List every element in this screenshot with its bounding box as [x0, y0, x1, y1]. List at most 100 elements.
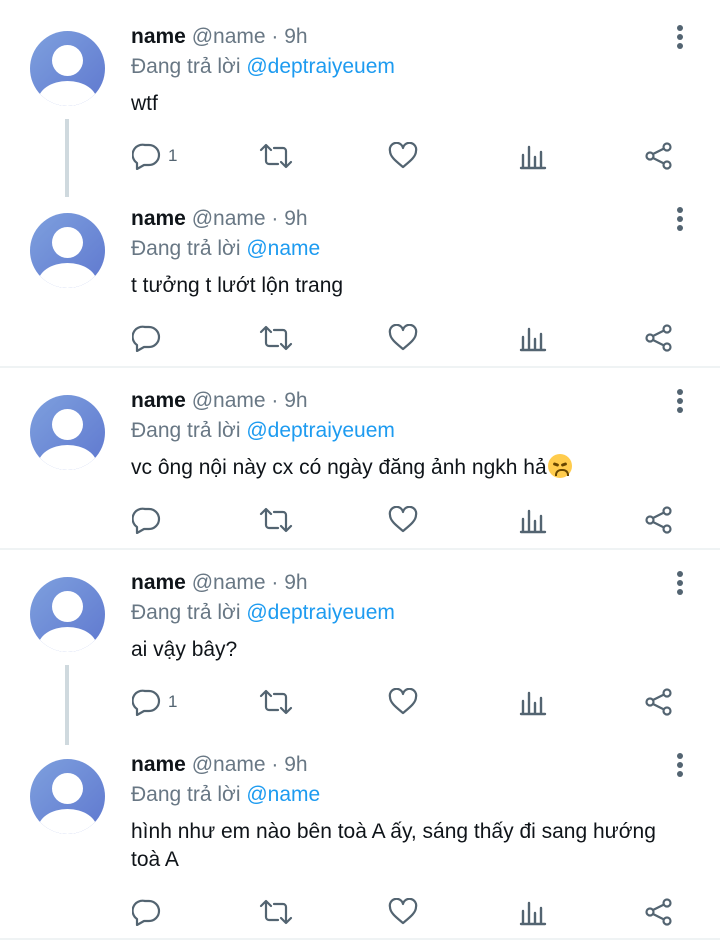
replying-to: Đang trả lời @deptraiyeuem [131, 600, 395, 626]
more-icon[interactable] [670, 204, 690, 234]
retweet-button[interactable] [258, 136, 294, 176]
tweet-text: ai vậy bây? [131, 638, 238, 661]
mention-link[interactable]: @deptraiyeuem [246, 419, 395, 442]
action-bar [0, 500, 720, 540]
like-icon [388, 898, 418, 925]
views-icon [519, 327, 547, 352]
handle-time: @name · 9h [191, 389, 308, 412]
reply-icon [132, 899, 161, 926]
avatar[interactable] [30, 395, 105, 470]
handle-time: @name · 9h [191, 207, 308, 230]
reply-count: 1 [168, 146, 178, 165]
handle-time: @name · 9h [191, 25, 308, 48]
replying-to-label: Đang trả lời [131, 237, 241, 260]
reply-count: 1 [168, 692, 178, 711]
reply-icon [132, 507, 161, 534]
tweet-header: name @name · 9h [131, 388, 308, 414]
action-bar [0, 892, 720, 932]
tweet-text-content: vc ông nội này cx có ngày đăng ảnh ngkh … [131, 456, 547, 479]
like-icon [388, 324, 418, 351]
action-bar: 1 [0, 682, 720, 722]
share-button[interactable] [644, 500, 674, 540]
handle-time: @name · 9h [191, 753, 308, 776]
views-button[interactable] [518, 136, 548, 176]
share-button[interactable] [644, 136, 674, 176]
reply-icon [132, 325, 161, 352]
retweet-button[interactable] [258, 500, 294, 540]
tweet-text: wtf [131, 92, 158, 115]
views-icon [519, 145, 547, 170]
tweet[interactable]: name @name · 9h Đang trả lời @deptraiyeu… [0, 0, 720, 182]
reply-button[interactable]: 1 [132, 136, 192, 176]
like-icon [388, 688, 418, 715]
display-name[interactable]: name [131, 207, 186, 230]
mention-link[interactable]: @deptraiyeuem [246, 55, 395, 78]
tweet-text: hình như em nào bên toà A ấy, sáng thấy … [131, 820, 656, 871]
tweet-text: vc ông nội này cx có ngày đăng ảnh ngkh … [131, 454, 691, 482]
retweet-icon [259, 899, 293, 925]
retweet-icon [259, 507, 293, 533]
more-icon[interactable] [670, 22, 690, 52]
like-button[interactable] [388, 136, 418, 176]
reply-button[interactable]: 1 [132, 682, 192, 722]
tweet[interactable]: name @name · 9h Đang trả lời @name hình … [0, 728, 720, 941]
tweet-header: name @name · 9h [131, 24, 308, 50]
share-button[interactable] [644, 682, 674, 722]
mention-link[interactable]: @name [246, 783, 320, 806]
tweet[interactable]: name @name · 9h Đang trả lời @deptraiyeu… [0, 364, 720, 548]
divider [0, 938, 720, 940]
action-bar [0, 318, 720, 358]
more-icon[interactable] [670, 568, 690, 598]
share-icon [645, 688, 672, 716]
retweet-button[interactable] [258, 318, 294, 358]
retweet-button[interactable] [258, 892, 294, 932]
like-button[interactable] [388, 682, 418, 722]
views-icon [519, 901, 547, 926]
replying-to-label: Đang trả lời [131, 55, 241, 78]
tweet-header: name @name · 9h [131, 752, 308, 778]
share-icon [645, 506, 672, 534]
replying-to: Đang trả lời @deptraiyeuem [131, 54, 395, 80]
views-button[interactable] [518, 500, 548, 540]
mention-link[interactable]: @name [246, 237, 320, 260]
views-button[interactable] [518, 682, 548, 722]
replying-to-label: Đang trả lời [131, 601, 241, 624]
handle-time: @name · 9h [191, 571, 308, 594]
display-name[interactable]: name [131, 25, 186, 48]
action-bar: 1 [0, 136, 720, 176]
avatar[interactable] [30, 577, 105, 652]
views-button[interactable] [518, 318, 548, 358]
views-icon [519, 691, 547, 716]
replying-to-label: Đang trả lời [131, 419, 241, 442]
avatar[interactable] [30, 213, 105, 288]
avatar[interactable] [30, 759, 105, 834]
avatar[interactable] [30, 31, 105, 106]
like-button[interactable] [388, 318, 418, 358]
display-name[interactable]: name [131, 753, 186, 776]
like-button[interactable] [388, 892, 418, 932]
tweet[interactable]: name @name · 9h Đang trả lời @deptraiyeu… [0, 546, 720, 728]
share-button[interactable] [644, 892, 674, 932]
like-button[interactable] [388, 500, 418, 540]
like-icon [388, 506, 418, 533]
views-button[interactable] [518, 892, 548, 932]
share-icon [645, 142, 672, 170]
reply-button[interactable] [132, 500, 192, 540]
tweet-header: name @name · 9h [131, 570, 308, 596]
mention-link[interactable]: @deptraiyeuem [246, 601, 395, 624]
tweet[interactable]: name @name · 9h Đang trả lời @name t tưở… [0, 182, 720, 366]
more-icon[interactable] [670, 750, 690, 780]
replying-to: Đang trả lời @deptraiyeuem [131, 418, 395, 444]
views-icon [519, 509, 547, 534]
display-name[interactable]: name [131, 571, 186, 594]
reply-icon [132, 143, 161, 170]
share-button[interactable] [644, 318, 674, 358]
disappointed-face-icon [547, 454, 572, 478]
reply-button[interactable] [132, 318, 192, 358]
reply-button[interactable] [132, 892, 192, 932]
tweet-header: name @name · 9h [131, 206, 308, 232]
more-icon[interactable] [670, 386, 690, 416]
retweet-button[interactable] [258, 682, 294, 722]
display-name[interactable]: name [131, 389, 186, 412]
retweet-icon [259, 325, 293, 351]
